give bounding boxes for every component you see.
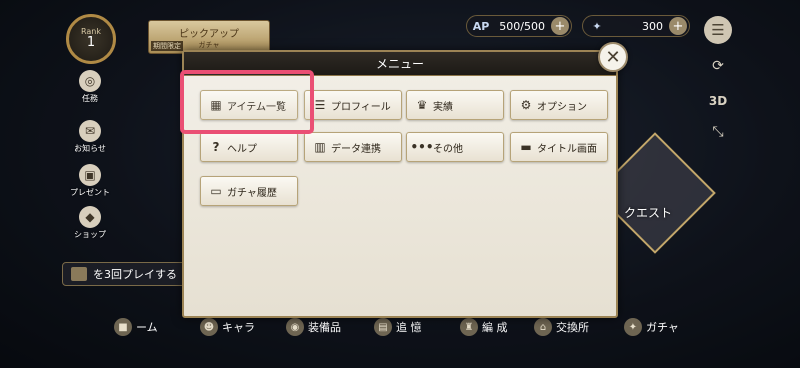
nav-label: ーム xyxy=(136,321,158,334)
left-menu-label: 任務 xyxy=(82,94,98,103)
medal-icon: ◎ xyxy=(79,70,101,92)
nav-exchange[interactable]: ⌂ 交換所 xyxy=(534,316,589,338)
left-menu-shop[interactable]: ◆ ショップ xyxy=(66,206,114,240)
nav-label: キャラ xyxy=(222,321,255,334)
mission-bar[interactable]: を3回プレイする xyxy=(62,262,196,286)
mail-icon: ✉ xyxy=(79,120,101,142)
title-screen-icon: ▬ xyxy=(520,140,532,154)
left-menu-label: お知らせ xyxy=(74,144,106,153)
pickup-tag: 期間限定 xyxy=(151,41,183,51)
exchange-icon: ⌂ xyxy=(534,318,552,336)
left-menu-missions[interactable]: ◎ 任務 xyxy=(66,70,114,104)
trophy-icon: ♛ xyxy=(416,98,428,112)
hamburger-menu-icon[interactable]: ☰ xyxy=(704,16,732,44)
ap-value: 500/500 xyxy=(499,19,545,33)
question-icon: ? xyxy=(212,140,220,154)
nav-label: 交換所 xyxy=(556,321,589,334)
gacha-icon: ✦ xyxy=(624,318,642,336)
menu-item-label: データ連携 xyxy=(331,143,381,155)
left-menu-label: プレゼント xyxy=(70,188,110,197)
menu-item-label: その他 xyxy=(433,143,463,155)
nav-label: 編 成 xyxy=(482,321,508,334)
ap-plus-button[interactable]: + xyxy=(551,17,569,35)
gem-counter: ✦ 300 + xyxy=(582,15,690,37)
ap-icon: AP xyxy=(472,19,490,33)
nav-label: 追 憶 xyxy=(396,321,422,334)
menu-item-label: 実績 xyxy=(433,101,453,113)
quest-label: クエスト xyxy=(624,206,673,220)
nav-chara[interactable]: ☻ キャラ xyxy=(200,316,255,338)
menu-item-gacha-history[interactable]: ▭ ガチャ履歴 xyxy=(200,176,298,206)
menu-item-options[interactable]: ⚙ オプション xyxy=(510,90,608,120)
nav-gacha[interactable]: ✦ ガチャ xyxy=(624,316,679,338)
menu-item-other[interactable]: ••• その他 xyxy=(406,132,504,162)
left-menu-news[interactable]: ✉ お知らせ xyxy=(66,120,114,154)
menu-item-data-link[interactable]: ▥ データ連携 xyxy=(304,132,402,162)
lock-icon: ■ xyxy=(114,318,132,336)
ticket-icon: ▭ xyxy=(210,184,222,198)
formation-icon: ♜ xyxy=(460,318,478,336)
list-icon: ☰ xyxy=(314,98,326,112)
menu-item-label: オプション xyxy=(537,101,587,113)
fullscreen-icon[interactable]: ⤡ xyxy=(704,124,732,140)
menu-item-label: プロフィール xyxy=(331,101,391,113)
chara-icon: ☻ xyxy=(200,318,218,336)
menu-item-achievements[interactable]: ♛ 実績 xyxy=(406,90,504,120)
more-icon: ••• xyxy=(410,140,434,154)
ap-counter: AP 500/500 + xyxy=(466,15,572,37)
pickup-title: ピックアップ xyxy=(179,29,239,40)
menu-item-label: タイトル画面 xyxy=(537,143,597,155)
gear-icon: ⚙ xyxy=(520,98,532,112)
mission-icon xyxy=(71,267,87,281)
gift-icon: ▣ xyxy=(79,164,101,186)
left-menu-present[interactable]: ▣ プレゼント xyxy=(66,164,114,198)
nav-equipment[interactable]: ◉ 装備品 xyxy=(286,316,341,338)
nav-home[interactable]: ■ ーム xyxy=(114,316,158,338)
data-link-icon: ▥ xyxy=(314,140,326,154)
menu-item-profile[interactable]: ☰ プロフィール xyxy=(304,90,402,120)
equipment-icon: ◉ xyxy=(286,318,304,336)
pickup-gacha-banner[interactable]: ピックアップ ガチャ 期間限定 xyxy=(148,20,270,54)
nav-formation[interactable]: ♜ 編 成 xyxy=(460,316,508,338)
gem-value: 300 xyxy=(642,19,663,33)
close-icon[interactable]: ✕ xyxy=(598,42,628,72)
menu-item-help[interactable]: ? ヘルプ xyxy=(200,132,298,162)
menu-item-title-screen[interactable]: ▬ タイトル画面 xyxy=(510,132,608,162)
rank-badge[interactable]: Rank 1 xyxy=(66,14,116,64)
shop-icon: ◆ xyxy=(79,206,101,228)
nav-label: ガチャ xyxy=(646,321,679,334)
memories-icon: ▤ xyxy=(374,318,392,336)
left-menu-label: ショップ xyxy=(74,230,106,239)
mission-text: を3回プレイする xyxy=(93,268,177,281)
camera-rotate-icon[interactable]: ⟳ xyxy=(704,58,732,74)
gem-plus-button[interactable]: + xyxy=(669,17,687,35)
rank-value: 1 xyxy=(86,34,96,50)
menu-item-label: ヘルプ xyxy=(227,143,257,155)
nav-label: 装備品 xyxy=(308,321,341,334)
highlight-frame xyxy=(180,70,314,134)
view-3d-button[interactable]: 3D xyxy=(704,94,732,108)
gem-icon: ✦ xyxy=(592,19,602,33)
nav-memories[interactable]: ▤ 追 憶 xyxy=(374,316,422,338)
menu-item-label: ガチャ履歴 xyxy=(227,187,277,199)
